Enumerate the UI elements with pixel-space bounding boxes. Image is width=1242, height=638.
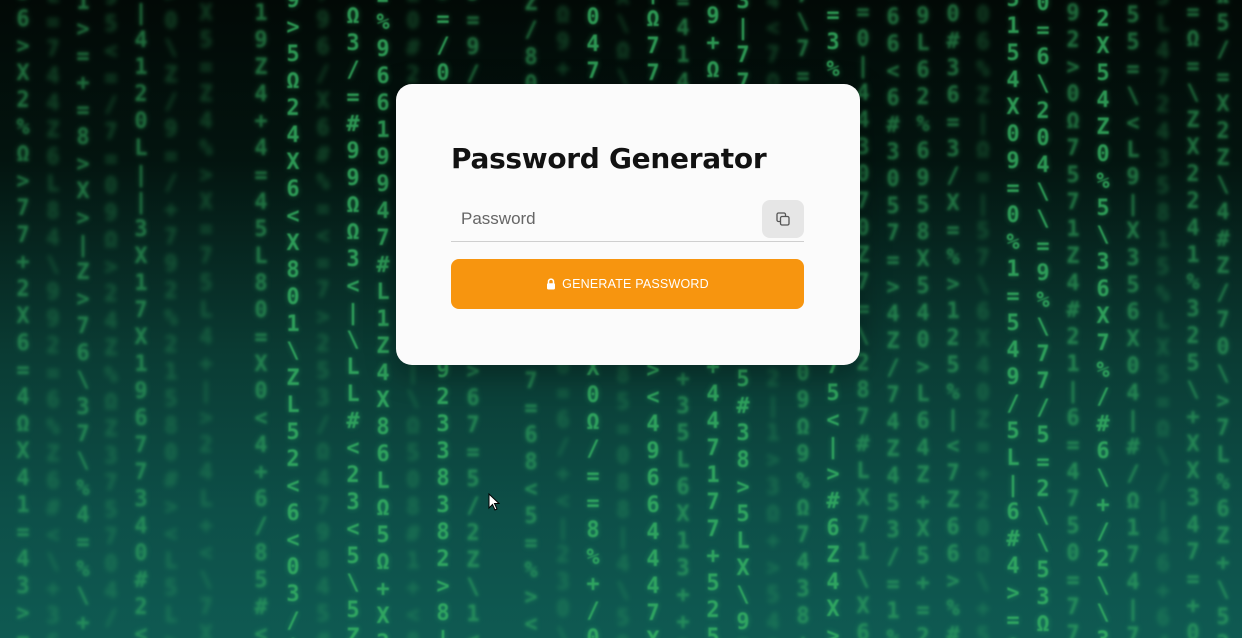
matrix-rain-column: 5 1 5 4 X 0 9 = 0 % 1 = 5 4 9 / 5 L | 6 …	[1006, 0, 1020, 638]
lock-icon	[546, 278, 556, 290]
password-input-row	[451, 199, 804, 242]
matrix-rain-column: > 0 \ Z / 9 = / + 7 9 2 % 2 1 5 8 0 # > …	[164, 0, 178, 638]
matrix-rain-column: 6 | 4 1 2 0 L | | 3 X 1 7 X 1 9 6 7 7 3 …	[134, 1, 148, 638]
matrix-rain-column: 1 > = + = 8 > X > | Z > 7 6 \ 3 7 \ % 4 …	[76, 0, 90, 636]
copy-icon	[762, 212, 804, 226]
matrix-rain-column: = 2 X 5 4 Z 0 % 5 \ 3 6 X 7 % / # 6 \ + …	[1096, 0, 1110, 638]
matrix-rain-column: 9 0 6 % Z | Ω = | 5 7 \ 6 X 4 0 Z = + 2 …	[976, 0, 990, 638]
generate-password-button[interactable]: GENERATE PASSWORD	[451, 259, 804, 309]
matrix-rain-column: 9 5 < = / 7 = 0 9 Ω > 2 4 Z % Ω Z 3 7 5 …	[104, 0, 118, 638]
mouse-cursor-icon	[488, 493, 500, 511]
password-input[interactable]	[451, 199, 756, 239]
matrix-rain-column: 2 % 9 6 6 1 9 9 4 7 # L 1 Z 4 X 8 6 L Ω …	[376, 0, 390, 638]
matrix-rain-column: / 1 9 Z 4 + 4 = 4 5 L 8 0 = X 0 < 4 + 6 …	[254, 1, 268, 638]
generate-password-label: GENERATE PASSWORD	[562, 277, 709, 291]
matrix-rain-column: L = 7 4 4 Z 6 L 8 4 \ 9 9 2 = 6 % Z 6 # …	[46, 0, 60, 638]
matrix-rain-column: 7 5 5 = \ < L 9 | X 3 5 6 X 0 4 | # / Ω …	[1126, 0, 1140, 638]
page-title: Password Generator	[451, 142, 767, 175]
matrix-rain-column: 3 6 > X 2 % Ω > 7 7 + 2 X 6 = 4 Ω X 4 1 …	[16, 0, 30, 638]
matrix-rain-column: + X 5 = Z 4 % > X = 7 5 L 4 + | > 2 4 L …	[199, 1, 213, 638]
copy-button[interactable]	[762, 200, 804, 238]
matrix-rain-column: 8 = Ω = \ Z X 2 2 4 1 % 3 2 5 \ + X X 3 …	[1186, 0, 1200, 638]
password-generator-card: Password Generator GENERATE PASSWORD	[396, 84, 860, 365]
matrix-rain-column: Z 9 2 > 0 Ω 7 5 7 1 Z 4 # 2 1 | 6 = 4 7 …	[1066, 1, 1080, 638]
matrix-rain-column: # 0 # 3 6 = 3 / X = % > 1 2 5 % | < 7 Z …	[946, 2, 960, 638]
matrix-rain-column: Ω 5 / = X 2 Z \ 4 # Z / 7 0 \ > 7 L % 6 …	[1216, 0, 1230, 638]
matrix-rain-column: 5 9 L 6 2 % 6 9 5 8 X 5 4 0 > L 6 4 Z + …	[916, 0, 930, 638]
matrix-rain-column: 7 Ω 3 / = # 9 9 Ω Ω 3 < | \ L L # < 2 3 …	[346, 0, 360, 638]
matrix-rain-column: 3 L 4 7 2 4 3 5 8 1 5 % L X 5 = Ω \ / | …	[1156, 0, 1170, 638]
matrix-rain-column: L 6 6 < 6 # 3 0 5 7 = > 4 Z / 7 4 Z 4 5 …	[886, 0, 900, 638]
matrix-rain-column: 7 9 6 / X 6 # % = < = 7 > 2 5 3 / Ω 4 7 …	[316, 0, 330, 638]
matrix-rain-column: 0 = 6 \ 2 0 4 \ \ = 9 % \ 7 7 / 5 = 2 \ …	[1036, 0, 1050, 637]
matrix-rain-column: 9 > 5 Ω 2 4 X 6 < X 8 0 1 \ Z L 5 2 < 6 …	[286, 0, 300, 638]
